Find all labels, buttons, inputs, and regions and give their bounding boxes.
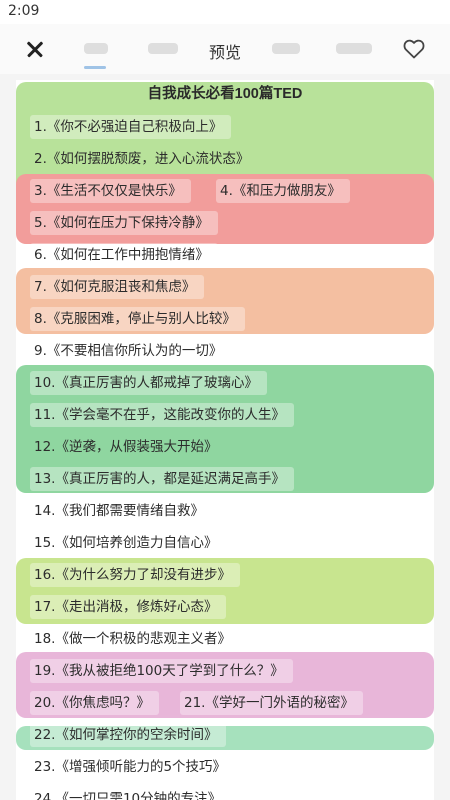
- article-item[interactable]: 3.《生活不仅仅是快乐》: [30, 179, 191, 203]
- article-item[interactable]: 9.《不要相信你所认为的一切》: [30, 339, 231, 363]
- article-item[interactable]: 22.《如何掌控你的空余时间》: [30, 723, 227, 747]
- page-title: 预览: [208, 43, 241, 62]
- article-item[interactable]: 2.《如何摆脱颓废，进入心流状态》: [30, 147, 258, 171]
- article-item[interactable]: 7.《如何克服沮丧和焦虑》: [30, 275, 205, 299]
- article-item[interactable]: 1.《你不必强迫自己积极向上》: [30, 115, 232, 139]
- article-item[interactable]: 6.《如何在工作中拥抱情绪》: [30, 243, 218, 267]
- article-item[interactable]: 14.《我们都需要情绪自救》: [30, 499, 213, 523]
- article-item[interactable]: 16.《为什么努力了却没有进步》: [30, 563, 240, 587]
- status-bar: 2:09: [0, 0, 450, 24]
- article-card: 自我成长必看100篇TED 1.《你不必强迫自己积极向上》 2.《如何摆脱颓废，…: [16, 80, 434, 800]
- article-item[interactable]: 8.《克服困难，停止与别人比较》: [30, 307, 245, 331]
- article-item[interactable]: 12.《逆袭，从假装强大开始》: [30, 435, 226, 459]
- article-item[interactable]: 23.《增强倾听能力的5个技巧》: [30, 755, 235, 779]
- article-item[interactable]: 18.《做一个积极的悲观主义者》: [30, 627, 240, 651]
- article-item[interactable]: 11.《学会毫不在乎，这能改变你的人生》: [30, 403, 294, 427]
- article-item[interactable]: 13.《真正厉害的人，都是延迟满足高手》: [30, 467, 294, 491]
- heart-outline-icon[interactable]: [402, 37, 426, 61]
- article-item[interactable]: 10.《真正厉害的人都戒掉了玻璃心》: [30, 371, 267, 395]
- article-item[interactable]: 21.《学好一门外语的秘密》: [180, 691, 363, 715]
- blurred-tab: [272, 43, 300, 54]
- blurred-tab: [336, 43, 372, 54]
- tab-underline: [84, 66, 106, 69]
- header: 预览: [0, 24, 450, 74]
- article-item[interactable]: 24.《一切只需10分钟的专注》: [30, 787, 230, 800]
- article-item[interactable]: 4.《和压力做朋友》: [216, 179, 350, 203]
- article-item[interactable]: 17.《走出消极，修炼好心态》: [30, 595, 227, 619]
- status-time: 2:09: [8, 3, 40, 19]
- article-title: 自我成长必看100篇TED: [147, 86, 303, 102]
- article-item[interactable]: 15.《如何培养创造力自信心》: [30, 531, 226, 555]
- article-item[interactable]: 20.《你焦虑吗？》: [30, 691, 159, 715]
- article-item[interactable]: 5.《如何在压力下保持冷静》: [30, 211, 218, 235]
- article-item[interactable]: 19.《我从被拒绝100天了学到了什么？》: [30, 659, 293, 683]
